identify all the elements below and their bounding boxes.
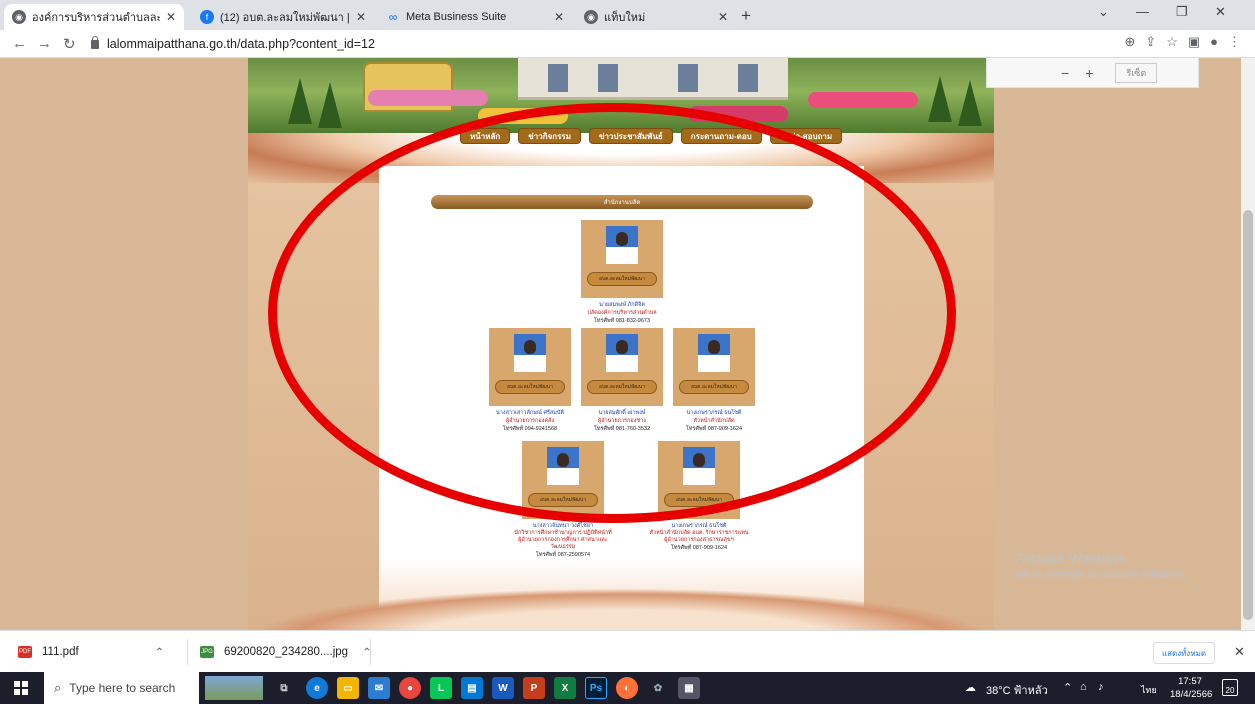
- tab-4-label: แท็บใหม่: [604, 12, 646, 24]
- language-indicator[interactable]: ไทย: [1141, 683, 1157, 697]
- tab-3[interactable]: ∞ Meta Business Suite ✕: [378, 4, 572, 30]
- network-app-icon[interactable]: ▦: [678, 677, 700, 699]
- staff-position: หัวหน้าสำนักปลัด อบต. รักษาราชการแทน ผู้…: [649, 530, 749, 543]
- word-icon[interactable]: W: [492, 677, 514, 699]
- weather-icon: ☁: [965, 682, 976, 694]
- back-icon[interactable]: ←: [12, 35, 27, 52]
- building-image: [518, 58, 788, 100]
- tab-2-label: (12) อบต.ละลมใหม่พัฒนา | Faceboo: [220, 12, 350, 24]
- forward-icon[interactable]: →: [37, 35, 52, 52]
- staff-position: นักวิชาการศึกษาชำนาญการ ปฏิบัติหน้าที่ ผ…: [514, 530, 612, 550]
- globe-icon: ◉: [584, 10, 598, 24]
- store-icon[interactable]: ▤: [461, 677, 483, 699]
- download-item[interactable]: PDF 111.pdf ⌃: [18, 641, 164, 663]
- red-ellipse-annotation: [268, 103, 956, 523]
- browser-toolbar: ← → ↻ lalommaipatthana.go.th/data.php?co…: [0, 30, 1255, 58]
- profile-icon[interactable]: ●: [1210, 34, 1218, 50]
- side-panel-icon[interactable]: ▣: [1188, 34, 1200, 50]
- clock[interactable]: 17:57 18/4/2566: [1170, 675, 1213, 701]
- edge-icon[interactable]: e: [306, 677, 328, 699]
- download-item[interactable]: JPG 69200820_234280....jpg ⌃: [200, 641, 372, 663]
- notification-count: 20: [1225, 686, 1235, 695]
- staff-phone: โทรศัพท์ 087-909-1624: [670, 545, 728, 551]
- minimize-button[interactable]: —: [1136, 4, 1149, 19]
- windows-taskbar: ⌕ Type here to search ⧉ e ▭ ✉ ● L ▤ W P …: [0, 672, 1255, 704]
- line-icon[interactable]: L: [430, 677, 452, 699]
- lock-icon: [91, 35, 99, 49]
- zoom-icon[interactable]: ⊕: [1124, 34, 1135, 50]
- facebook-icon: f: [200, 10, 214, 24]
- tab-1[interactable]: ◉ องค์การบริหารส่วนตำบลละลมใหม่พัฒน ✕: [4, 4, 184, 30]
- zoom-out-button[interactable]: −: [1061, 65, 1069, 81]
- vertical-scrollbar[interactable]: [1241, 58, 1255, 630]
- tab-1-label: องค์การบริหารส่วนตำบลละลมใหม่พัฒน: [32, 12, 160, 24]
- tab-search-icon[interactable]: ⌄: [1098, 4, 1109, 20]
- close-downloads-icon[interactable]: ✕: [1234, 644, 1245, 660]
- download-filename: 69200820_234280....jpg: [224, 646, 349, 658]
- activate-windows-subtitle: Go to Settings to activate Windows.: [1015, 569, 1189, 581]
- close-window-button[interactable]: ✕: [1215, 4, 1226, 20]
- scrollbar-thumb[interactable]: [1243, 210, 1253, 620]
- close-icon[interactable]: ✕: [554, 10, 564, 24]
- volume-icon[interactable]: ♪: [1098, 681, 1104, 693]
- chrome-icon[interactable]: ●: [399, 677, 421, 699]
- zoom-reset-button[interactable]: รีเซ็ต: [1115, 62, 1158, 83]
- weather-text[interactable]: 38°C ฟ้าหลัว: [986, 681, 1048, 699]
- search-placeholder: Type here to search: [69, 681, 176, 695]
- address-url: lalommaipatthana.go.th/data.php?content_…: [107, 37, 375, 51]
- staff-phone: โทรศัพท์ 087-2590574: [535, 552, 591, 558]
- address-bar[interactable]: lalommaipatthana.go.th/data.php?content_…: [91, 33, 1235, 55]
- tab-4[interactable]: ◉ แท็บใหม่ ✕: [576, 4, 736, 30]
- zoom-popup: − + รีเซ็ต: [986, 58, 1199, 88]
- tab-3-label: Meta Business Suite: [406, 11, 507, 23]
- menu-icon[interactable]: ⋮: [1228, 34, 1241, 50]
- clock-time: 17:57: [1178, 676, 1202, 687]
- image-file-icon: JPG: [200, 646, 214, 658]
- photoshop-icon[interactable]: Ps: [585, 677, 607, 699]
- tray-chevron-icon[interactable]: ⌃: [1063, 681, 1072, 694]
- clock-date: 18/4/2566: [1170, 689, 1213, 700]
- task-view-icon[interactable]: ⧉: [273, 677, 295, 699]
- toolbar-icons: ⊕ ⇪ ☆ ▣ ● ⋮: [1124, 34, 1241, 50]
- mail-icon[interactable]: ✉: [368, 677, 390, 699]
- maximize-button[interactable]: ❐: [1176, 4, 1188, 20]
- app-icon[interactable]: ✿: [647, 677, 669, 699]
- footer-swoosh: [248, 588, 994, 630]
- pdf-file-icon: PDF: [18, 646, 32, 658]
- new-tab-button[interactable]: +: [741, 6, 751, 26]
- close-icon[interactable]: ✕: [356, 10, 366, 24]
- zoom-in-button[interactable]: +: [1085, 65, 1093, 81]
- firefox-icon[interactable]: ◐: [616, 677, 638, 699]
- powerpoint-icon[interactable]: P: [523, 677, 545, 699]
- share-icon[interactable]: ⇪: [1145, 34, 1156, 50]
- chevron-up-icon[interactable]: ⌃: [155, 645, 165, 659]
- reload-icon[interactable]: ↻: [63, 35, 76, 53]
- meta-icon: ∞: [388, 10, 398, 24]
- tab-2[interactable]: f (12) อบต.ละลมใหม่พัฒนา | Faceboo ✕: [192, 4, 374, 30]
- excel-icon[interactable]: X: [554, 677, 576, 699]
- staff-name: นางสาวจันทนา วงศ์ไชยา: [532, 523, 594, 529]
- file-explorer-icon[interactable]: ▭: [337, 677, 359, 699]
- close-icon[interactable]: ✕: [718, 10, 728, 24]
- tab-strip: ◉ องค์การบริหารส่วนตำบลละลมใหม่พัฒน ✕ f …: [0, 0, 1255, 30]
- notification-icon[interactable]: 20: [1222, 679, 1238, 696]
- bookmark-star-icon[interactable]: ☆: [1166, 34, 1178, 50]
- search-icon: ⌕: [54, 680, 62, 695]
- activate-windows-title: Activate Windows: [1015, 550, 1126, 566]
- staff-name: นางเกษราภรณ์ ธนโชติ: [671, 523, 727, 529]
- taskbar-search[interactable]: ⌕ Type here to search: [44, 672, 199, 704]
- network-icon[interactable]: ⌂: [1080, 681, 1087, 693]
- downloads-bar: PDF 111.pdf ⌃ JPG 69200820_234280....jpg…: [0, 630, 1255, 672]
- close-icon[interactable]: ✕: [166, 10, 176, 24]
- windows-start-icon[interactable]: [14, 681, 28, 695]
- search-highlight-image: [205, 676, 263, 700]
- download-filename: 111.pdf: [42, 646, 79, 658]
- show-all-downloads-button[interactable]: แสดงทั้งหมด: [1153, 642, 1216, 664]
- globe-icon: ◉: [12, 10, 26, 24]
